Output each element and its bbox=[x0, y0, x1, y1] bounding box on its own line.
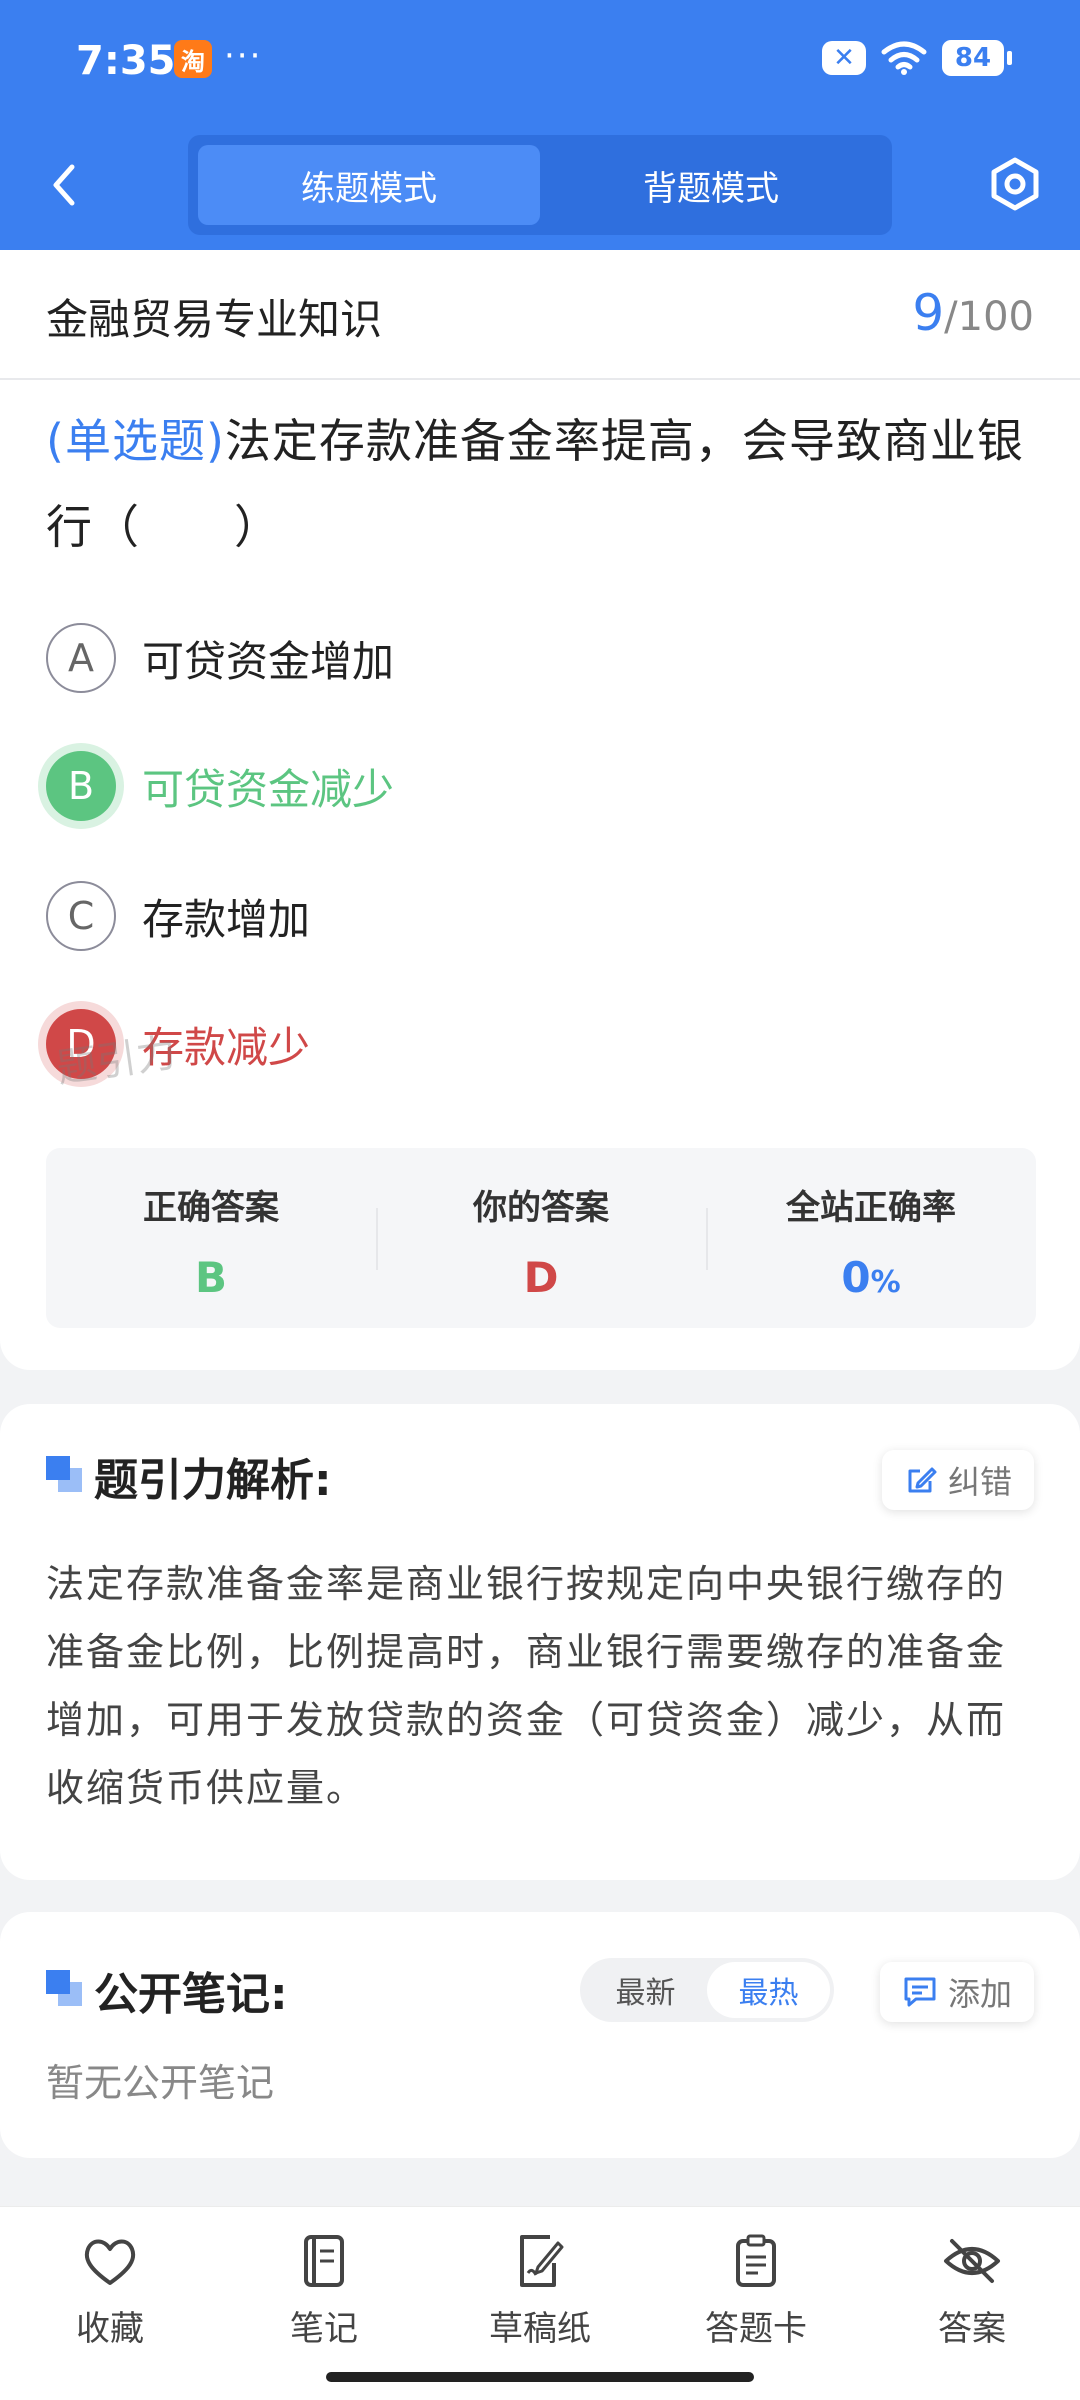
favorite-label: 收藏 bbox=[76, 2309, 144, 2349]
accuracy-unit: % bbox=[870, 1265, 901, 1300]
report-error-button[interactable]: 纠错 bbox=[881, 1450, 1034, 1510]
show-answer-label: 答案 bbox=[938, 2309, 1006, 2349]
eye-off-icon bbox=[944, 2239, 1000, 2283]
analysis-card: 题引力解析: 纠错 法定存款准备金率是商业银行按规定向中央银行缴存的准备金比例，… bbox=[0, 1404, 1080, 1880]
status-icons: ✕ 84 bbox=[822, 40, 1012, 76]
option-text: 可贷资金减少 bbox=[142, 764, 395, 814]
battery-indicator: 84 bbox=[942, 40, 1012, 76]
progress-current: 9 bbox=[912, 284, 945, 342]
wifi-icon bbox=[881, 41, 927, 75]
option-letter: C bbox=[46, 881, 116, 951]
option-b[interactable]: B 可贷资金减少 bbox=[46, 750, 394, 822]
analysis-title: 题引力解析: bbox=[94, 1455, 332, 1506]
correct-answer-label: 正确答案 bbox=[143, 1188, 279, 1228]
progress-total: /100 bbox=[944, 294, 1034, 340]
edit-icon bbox=[908, 1467, 937, 1493]
taobao-app-icon: 淘 bbox=[174, 40, 212, 78]
sort-hottest[interactable]: 最热 bbox=[707, 1962, 830, 2018]
notes-sort-toggle: 最新 最热 bbox=[580, 1958, 834, 2022]
heart-icon bbox=[84, 2239, 136, 2285]
your-answer-col: 你的答案 D bbox=[376, 1148, 706, 1328]
answer-sheet-icon bbox=[736, 2234, 776, 2287]
chevron-left-icon bbox=[53, 164, 75, 206]
accuracy-col: 全站正确率 0% bbox=[706, 1148, 1036, 1328]
option-c[interactable]: C 存款增加 bbox=[46, 880, 310, 952]
empty-notes-text: 暂无公开笔记 bbox=[46, 2061, 275, 2105]
answer-sheet-label: 答题卡 bbox=[705, 2309, 807, 2349]
notes-title: 公开笔记: bbox=[94, 1969, 288, 2020]
accuracy-number: 0 bbox=[841, 1253, 871, 1302]
question-text: (单选题)法定存款准备金率提高，会导致商业银行（ ） bbox=[46, 398, 1038, 570]
question-card: 金融贸易专业知识 9/100 (单选题)法定存款准备金率提高，会导致商业银行（ … bbox=[0, 250, 1080, 1370]
option-text: 存款增加 bbox=[142, 894, 311, 944]
question-header: 金融贸易专业知识 9/100 bbox=[0, 250, 1080, 380]
favorite-button[interactable]: 收藏 bbox=[30, 2233, 190, 2350]
option-letter: A bbox=[46, 623, 116, 693]
draft-paper-button[interactable]: 草稿纸 bbox=[460, 2233, 620, 2350]
notes-label: 笔记 bbox=[290, 2309, 358, 2349]
subject-title: 金融贸易专业知识 bbox=[46, 295, 383, 344]
add-note-label: 添加 bbox=[947, 1975, 1012, 2013]
option-text: 可贷资金增加 bbox=[142, 636, 395, 686]
answer-sheet-button[interactable]: 答题卡 bbox=[676, 2233, 836, 2350]
accuracy-label: 全站正确率 bbox=[786, 1188, 956, 1228]
back-button[interactable] bbox=[40, 155, 90, 215]
answer-summary: 正确答案 B 你的答案 D 全站正确率 0% bbox=[46, 1148, 1036, 1328]
more-notifications-icon: ··· bbox=[224, 36, 263, 76]
question-progress: 9/100 bbox=[912, 284, 1034, 342]
status-time: 7:35 bbox=[76, 38, 176, 84]
comment-icon bbox=[904, 1977, 936, 2007]
correct-answer-value: B bbox=[194, 1253, 227, 1302]
section-icon bbox=[46, 1970, 82, 2006]
option-letter: B bbox=[46, 751, 116, 821]
sort-latest[interactable]: 最新 bbox=[584, 1962, 707, 2018]
section-icon bbox=[46, 1456, 82, 1492]
bottom-toolbar: 收藏 笔记 草稿纸 答题卡 答案 bbox=[0, 2206, 1080, 2400]
draft-paper-label: 草稿纸 bbox=[489, 2309, 591, 2349]
notes-card: 公开笔记: 最新 最热 添加 暂无公开笔记 bbox=[0, 1912, 1080, 2158]
analysis-text: 法定存款准备金率是商业银行按规定向中央银行缴存的准备金比例，比例提高时，商业银行… bbox=[46, 1562, 1007, 1810]
settings-button[interactable] bbox=[986, 155, 1044, 213]
tab-practice-mode[interactable]: 练题模式 bbox=[198, 145, 540, 225]
draft-paper-icon bbox=[520, 2235, 564, 2287]
notebook-icon bbox=[304, 2235, 344, 2287]
mode-switch: 练题模式 背题模式 bbox=[188, 135, 892, 235]
tab-recite-mode[interactable]: 背题模式 bbox=[540, 145, 882, 225]
your-answer-label: 你的答案 bbox=[473, 1188, 609, 1228]
option-a[interactable]: A 可贷资金增加 bbox=[46, 622, 394, 694]
correct-answer-col: 正确答案 B bbox=[46, 1148, 376, 1328]
notes-button[interactable]: 笔记 bbox=[244, 2233, 404, 2350]
app-header: 7:35 淘 ··· ✕ 84 练题模式 背题模式 bbox=[0, 0, 1080, 250]
report-error-label: 纠错 bbox=[947, 1463, 1012, 1501]
your-answer-value: D bbox=[523, 1253, 559, 1302]
x-badge-icon: ✕ bbox=[822, 41, 866, 75]
question-type: (单选题) bbox=[46, 414, 225, 468]
accuracy-value: 0% bbox=[706, 1253, 1036, 1302]
home-indicator[interactable] bbox=[326, 2372, 754, 2382]
hexagon-settings-icon bbox=[991, 157, 1039, 211]
show-answer-button[interactable]: 答案 bbox=[892, 2233, 1052, 2350]
add-note-button[interactable]: 添加 bbox=[879, 1962, 1034, 2022]
